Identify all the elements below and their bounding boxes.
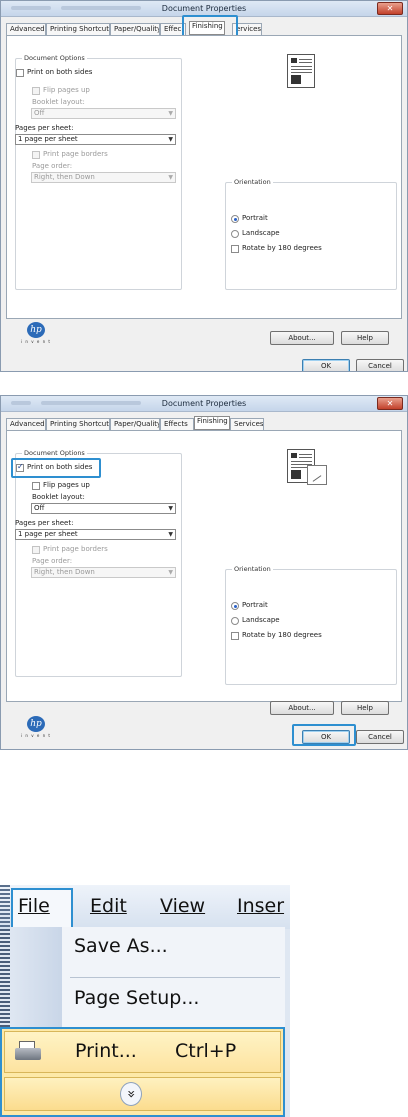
document-options-legend: Document Options	[22, 449, 87, 457]
document-options-legend: Document Options	[22, 54, 87, 62]
print-shortcut: Ctrl+P	[175, 1040, 237, 1062]
title-bar: Document Properties ✕	[1, 396, 407, 412]
tab-advanced[interactable]: Advanced	[6, 23, 46, 35]
page-preview-icon	[287, 54, 315, 88]
menu-item-page-setup[interactable]: Page Setup...	[74, 987, 199, 1009]
flip-pages-up-label: Flip pages up	[43, 481, 90, 489]
help-button[interactable]: Help	[341, 331, 389, 345]
landscape-radio[interactable]	[231, 617, 239, 625]
flip-pages-up-checkbox[interactable]	[32, 482, 40, 490]
expand-chevron-icon[interactable]: »	[120, 1082, 142, 1106]
print-both-sides-checkbox[interactable]	[16, 69, 24, 77]
about-button[interactable]: About...	[270, 331, 334, 345]
flip-pages-up-label: Flip pages up	[43, 86, 90, 94]
menu-bar: File Edit View Inser	[0, 885, 290, 930]
menu-file[interactable]: File	[18, 895, 50, 917]
chevron-down-icon: ▼	[168, 136, 173, 143]
orientation-legend: Orientation	[232, 565, 273, 573]
print-page-borders-label: Print page borders	[43, 545, 108, 553]
pages-per-sheet-label: Pages per sheet:	[15, 124, 74, 132]
tab-printing-shortcuts[interactable]: Printing Shortcuts	[46, 418, 110, 430]
chevron-down-icon: ▼	[168, 569, 173, 576]
landscape-radio[interactable]	[231, 230, 239, 238]
finishing-panel: Document Options Print on both sides Fli…	[6, 35, 402, 319]
chevron-down-icon: ▼	[168, 110, 173, 117]
pages-per-sheet-select[interactable]: 1 page per sheet ▼	[15, 529, 176, 540]
portrait-label: Portrait	[242, 601, 268, 609]
menu-insert[interactable]: Inser	[237, 895, 284, 917]
print-page-borders-checkbox[interactable]	[32, 546, 40, 554]
chevron-down-icon: ▼	[168, 531, 173, 538]
menu-item-save-as[interactable]: Save As...	[74, 935, 168, 957]
page-order-select[interactable]: Right, then Down ▼	[31, 172, 176, 183]
expand-menu-row[interactable]: »	[4, 1077, 281, 1111]
menu-separator	[70, 977, 280, 978]
chevron-down-icon: ▼	[168, 505, 173, 512]
pages-per-sheet-label: Pages per sheet:	[15, 519, 74, 527]
rotate-180-checkbox[interactable]	[231, 245, 239, 253]
tab-printing-shortcuts[interactable]: Printing Shortcuts	[46, 23, 110, 35]
menu-view[interactable]: View	[160, 895, 205, 917]
booklet-layout-label: Booklet layout:	[32, 493, 85, 501]
flip-pages-up-checkbox[interactable]	[32, 87, 40, 95]
booklet-layout-label: Booklet layout:	[32, 98, 85, 106]
tab-finishing[interactable]: Finishing	[194, 416, 230, 430]
print-both-sides-label: Print on both sides	[27, 68, 93, 76]
page-order-select[interactable]: Right, then Down ▼	[31, 567, 176, 578]
print-both-sides-highlight	[11, 458, 101, 478]
landscape-label: Landscape	[242, 229, 280, 237]
tab-paper-quality[interactable]: Paper/Quality	[110, 418, 160, 430]
pages-per-sheet-value: 1 page per sheet	[18, 135, 78, 143]
print-label: Print...	[75, 1040, 137, 1062]
orientation-group: Orientation	[225, 565, 397, 685]
window-title: Document Properties	[161, 399, 247, 408]
tab-finishing[interactable]: Finishing	[189, 21, 225, 35]
page-order-value: Right, then Down	[34, 568, 95, 576]
help-button[interactable]: Help	[341, 701, 389, 715]
about-button[interactable]: About...	[270, 701, 334, 715]
rotate-180-checkbox[interactable]	[231, 632, 239, 640]
orientation-legend: Orientation	[232, 178, 273, 186]
document-properties-dialog-1: Document Properties ✕ Advanced Printing …	[0, 0, 408, 372]
window-title: Document Properties	[161, 4, 247, 13]
pages-per-sheet-select[interactable]: 1 page per sheet ▼	[15, 134, 176, 145]
pages-per-sheet-value: 1 page per sheet	[18, 530, 78, 538]
portrait-radio[interactable]	[231, 602, 239, 610]
ok-button[interactable]: OK	[302, 359, 350, 371]
booklet-layout-select[interactable]: Off ▼	[31, 503, 176, 514]
rotate-180-label: Rotate by 180 degrees	[242, 244, 322, 252]
landscape-label: Landscape	[242, 616, 280, 624]
document-options-group: Document Options	[15, 449, 182, 677]
booklet-layout-select[interactable]: Off ▼	[31, 108, 176, 119]
rotate-180-label: Rotate by 180 degrees	[242, 631, 322, 639]
ok-button-highlight	[292, 724, 356, 746]
hp-logo: hp i n v e n t	[21, 716, 51, 738]
close-button[interactable]: ✕	[377, 397, 403, 410]
page-order-label: Page order:	[32, 557, 73, 565]
menu-edit[interactable]: Edit	[90, 895, 127, 917]
page-order-label: Page order:	[32, 162, 73, 170]
menu-item-print[interactable]: Print... Ctrl+P	[4, 1031, 281, 1073]
tab-services[interactable]: Services	[230, 418, 264, 430]
tab-paper-quality[interactable]: Paper/Quality	[110, 23, 160, 35]
booklet-layout-value: Off	[34, 109, 45, 117]
chevron-down-icon: ▼	[168, 174, 173, 181]
printer-icon	[15, 1041, 41, 1063]
page-flip-icon	[307, 465, 327, 485]
booklet-layout-value: Off	[34, 504, 45, 512]
hp-logo: hp i n v e n t	[21, 322, 51, 344]
print-page-borders-checkbox[interactable]	[32, 151, 40, 159]
close-button[interactable]: ✕	[377, 2, 403, 15]
document-properties-dialog-2: Document Properties ✕ Advanced Printing …	[0, 395, 408, 750]
file-menu-screenshot: File Edit View Inser Save As... Page Set…	[0, 885, 290, 1117]
cancel-button[interactable]: Cancel	[356, 730, 404, 744]
cancel-button[interactable]: Cancel	[356, 359, 404, 371]
tab-advanced[interactable]: Advanced	[6, 418, 46, 430]
toolbar-grip	[0, 885, 10, 929]
portrait-radio[interactable]	[231, 215, 239, 223]
portrait-label: Portrait	[242, 214, 268, 222]
tab-effects[interactable]: Effects	[160, 418, 194, 430]
page-order-value: Right, then Down	[34, 173, 95, 181]
print-page-borders-label: Print page borders	[43, 150, 108, 158]
